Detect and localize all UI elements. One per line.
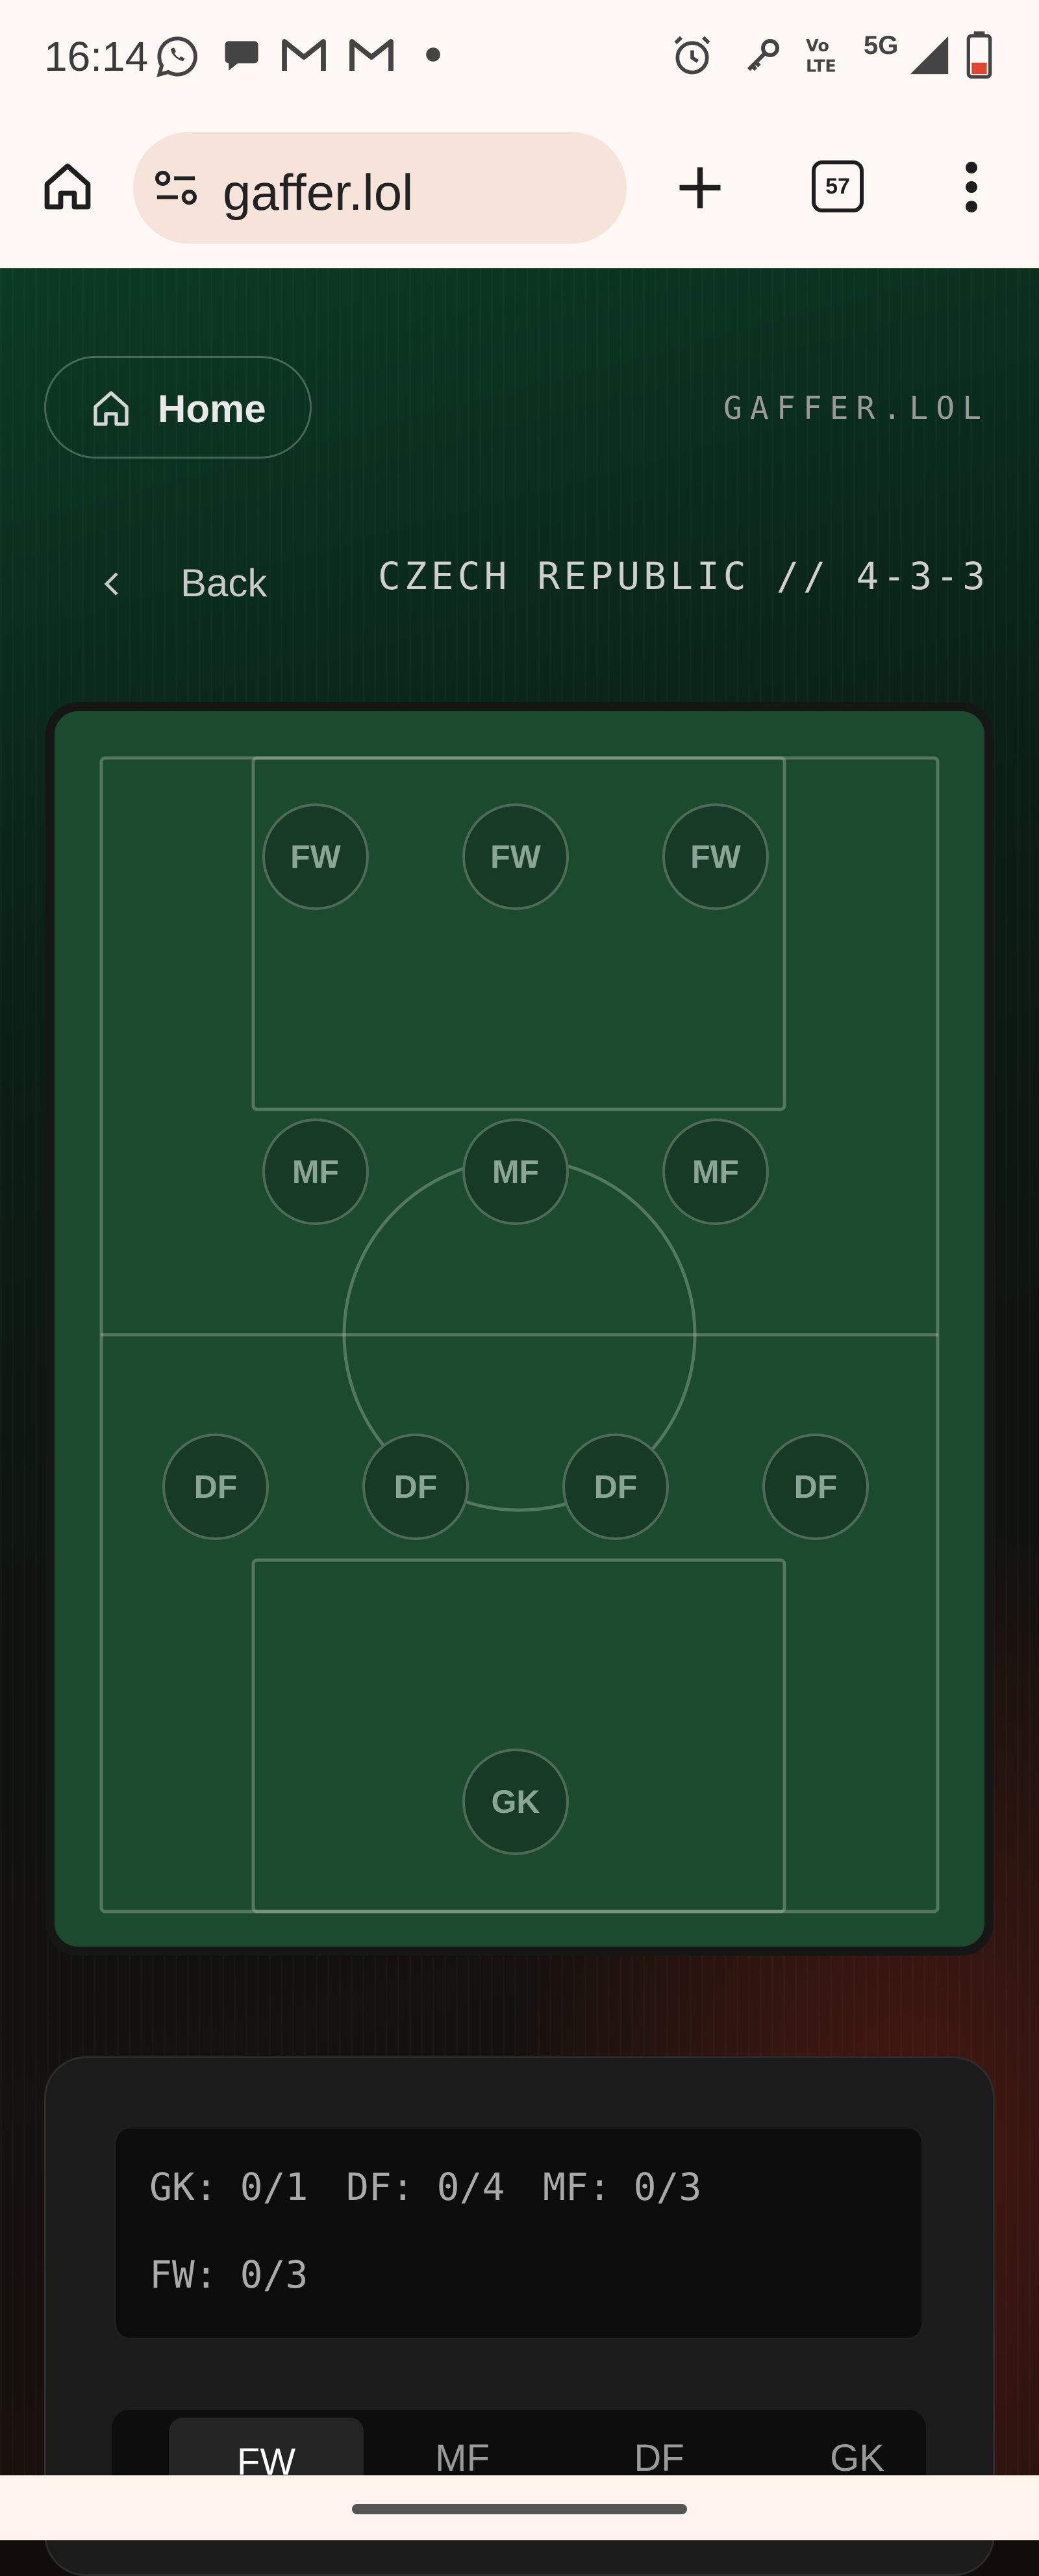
svg-text:Vo: Vo bbox=[806, 36, 829, 56]
dot-icon bbox=[426, 47, 440, 62]
position-slot-df[interactable]: DF bbox=[362, 1433, 469, 1540]
tab-switcher-button[interactable]: 57 bbox=[812, 160, 864, 212]
gk-count-display: GK: 0/1 bbox=[149, 2165, 308, 2209]
back-button-label: Back bbox=[181, 561, 268, 605]
browser-toolbar: gaffer.lol 57 bbox=[0, 107, 1039, 268]
fw-count: FW: 0/3 bbox=[149, 2253, 308, 2297]
position-slot-mf[interactable]: MF bbox=[662, 1118, 769, 1225]
position-slot-df[interactable]: DF bbox=[162, 1433, 269, 1540]
position-slot-fw[interactable]: FW bbox=[662, 803, 769, 910]
alarm-icon bbox=[674, 36, 710, 75]
df-count: DF: 0/4 bbox=[346, 2165, 505, 2209]
gesture-navigation-bar bbox=[0, 2475, 1039, 2540]
key-icon bbox=[747, 38, 780, 71]
signal-icon bbox=[910, 36, 949, 75]
address-bar[interactable]: gaffer.lol bbox=[133, 132, 627, 244]
pitch: FW FW FW MF MF MF DF DF DF DF GK bbox=[45, 702, 994, 1956]
home-button-label: Home bbox=[158, 387, 266, 431]
position-counts: GK: 0/1 bbox=[114, 2127, 923, 2340]
site-settings-icon[interactable] bbox=[153, 167, 199, 208]
brand-logo: GAFFER.LOL bbox=[723, 390, 989, 427]
gmail-icon bbox=[349, 39, 394, 71]
position-slot-mf[interactable]: MF bbox=[462, 1118, 569, 1225]
position-slot-gk[interactable]: GK bbox=[462, 1749, 569, 1855]
position-slot-fw[interactable]: FW bbox=[262, 803, 369, 910]
network-type: 5G bbox=[864, 31, 899, 60]
position-slot-df[interactable]: DF bbox=[762, 1433, 869, 1540]
mf-count: MF: 0/3 bbox=[543, 2165, 702, 2209]
whatsapp-icon bbox=[156, 36, 197, 77]
position-slot-mf[interactable]: MF bbox=[262, 1118, 369, 1225]
chat-icon bbox=[225, 41, 258, 71]
more-menu-icon[interactable] bbox=[955, 158, 988, 216]
status-time: 16:14 bbox=[44, 33, 149, 80]
position-slot-fw[interactable]: FW bbox=[462, 803, 569, 910]
new-tab-icon[interactable] bbox=[673, 160, 727, 215]
svg-text:LTE: LTE bbox=[806, 57, 836, 77]
gmail-icon bbox=[282, 39, 326, 71]
home-icon[interactable] bbox=[40, 159, 95, 214]
position-slot-df[interactable]: DF bbox=[562, 1433, 669, 1540]
team-formation-title: CZECH REPUBLIC // 4-3-3 bbox=[377, 554, 989, 598]
home-icon bbox=[94, 391, 129, 426]
chevron-left-icon bbox=[104, 572, 118, 596]
status-bar: 16:14 Vo LTE 5G bbox=[0, 0, 1039, 107]
home-gesture-handle[interactable] bbox=[352, 2504, 687, 2514]
home-button[interactable]: Home bbox=[44, 356, 312, 459]
battery-icon bbox=[966, 31, 992, 79]
url-text[interactable]: gaffer.lol bbox=[223, 163, 413, 222]
volte-icon: Vo LTE bbox=[806, 36, 836, 77]
